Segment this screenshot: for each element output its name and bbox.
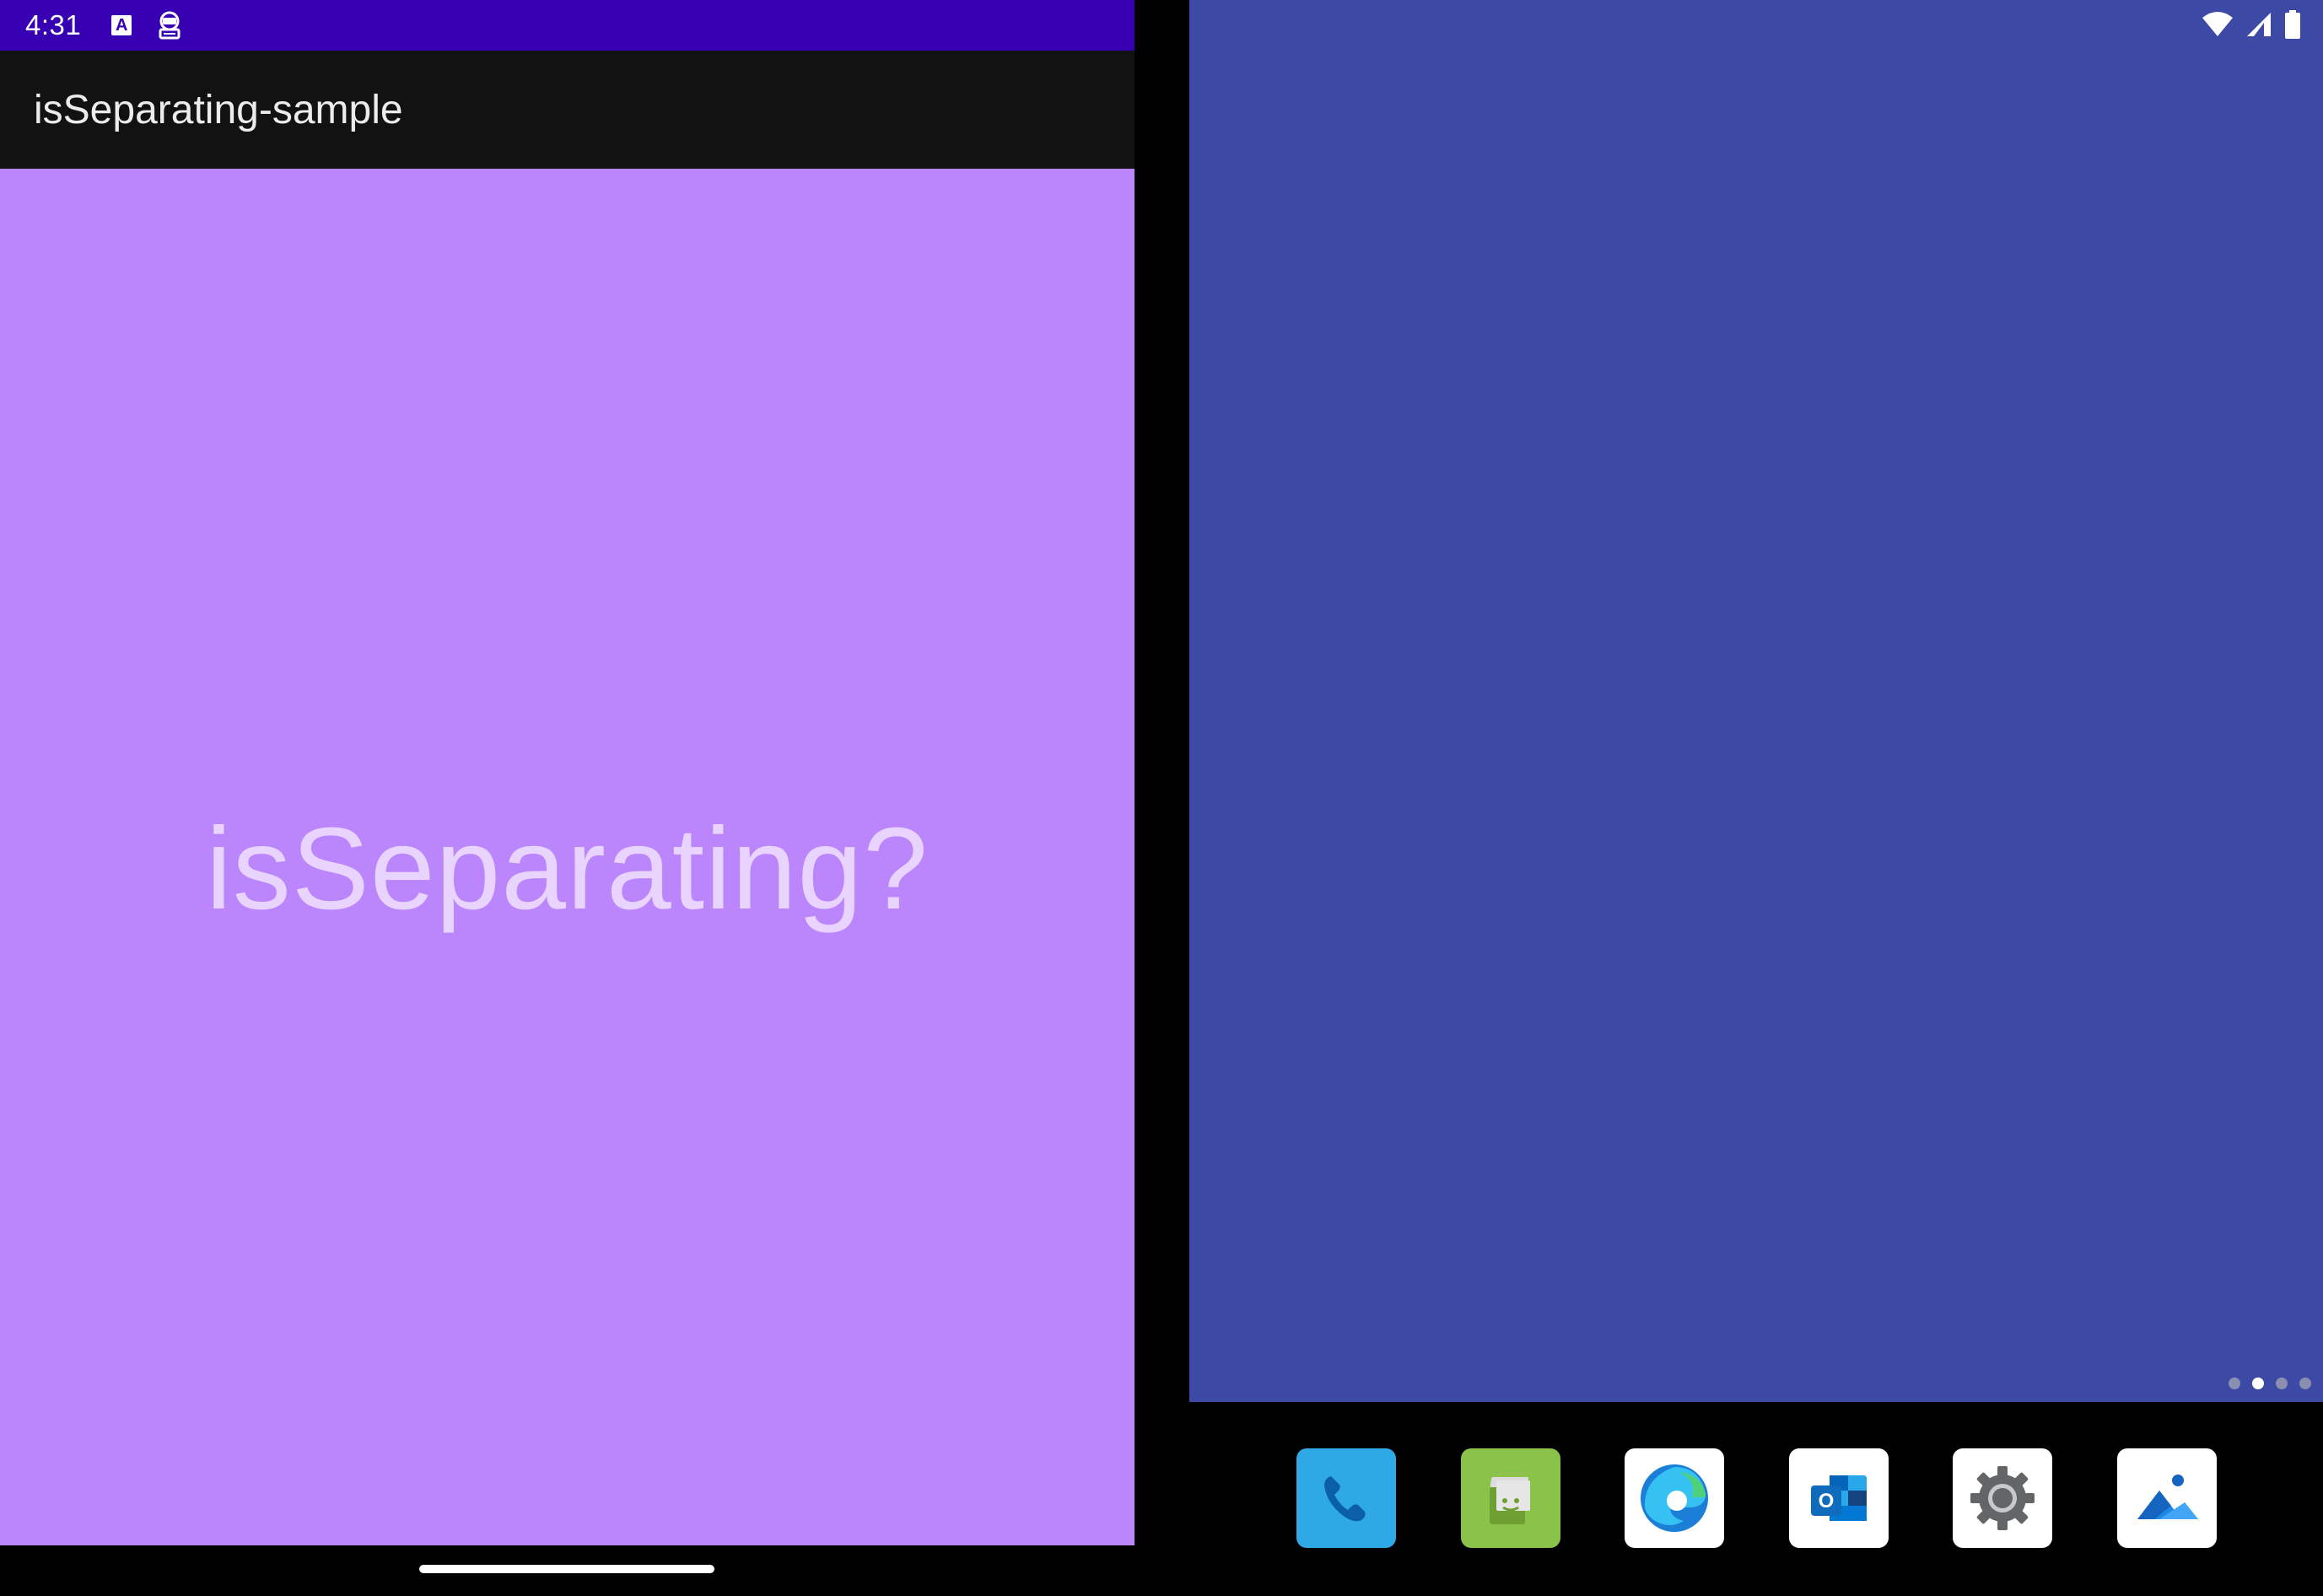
launcher-page-indicator[interactable] bbox=[2229, 1378, 2311, 1389]
dual-screen-device: 4:31 A isSeparating-sample isSeparating? bbox=[0, 0, 2323, 1596]
wifi-icon bbox=[2202, 11, 2234, 42]
svg-text:O: O bbox=[1819, 1490, 1835, 1512]
gesture-nav-handle[interactable] bbox=[419, 1565, 714, 1573]
device-hinge bbox=[1135, 0, 1189, 1596]
battery-icon bbox=[2284, 10, 2301, 43]
phone-app-icon[interactable] bbox=[1296, 1448, 1396, 1548]
page-dot[interactable] bbox=[2299, 1378, 2311, 1389]
system-status-icons bbox=[2202, 10, 2301, 43]
gallery-app-icon[interactable] bbox=[2117, 1448, 2217, 1548]
accessibility-a-icon: A bbox=[111, 15, 132, 35]
status-time: 4:31 bbox=[25, 9, 82, 40]
debug-android-icon bbox=[154, 9, 186, 41]
status-bar: 4:31 A bbox=[0, 0, 1135, 51]
is-separating-label: isSeparating? bbox=[206, 803, 929, 934]
app-bar: isSeparating-sample bbox=[0, 51, 1135, 169]
app-dock: O bbox=[1189, 1402, 2323, 1596]
page-dot[interactable] bbox=[2276, 1378, 2288, 1389]
right-screen: O bbox=[1189, 0, 2323, 1596]
app-title: isSeparating-sample bbox=[34, 87, 403, 132]
messages-app-icon[interactable] bbox=[1461, 1448, 1560, 1548]
outlook-app-icon[interactable]: O bbox=[1789, 1448, 1889, 1548]
page-dot[interactable] bbox=[2229, 1378, 2240, 1389]
page-dot-active[interactable] bbox=[2252, 1378, 2264, 1389]
main-content[interactable]: isSeparating? bbox=[0, 169, 1135, 1545]
home-screen-wallpaper[interactable] bbox=[1189, 0, 2323, 1402]
settings-app-icon[interactable] bbox=[1953, 1448, 2052, 1548]
edge-app-icon[interactable] bbox=[1625, 1448, 1724, 1548]
left-screen: 4:31 A isSeparating-sample isSeparating? bbox=[0, 0, 1135, 1596]
cellular-signal-icon bbox=[2245, 11, 2272, 42]
